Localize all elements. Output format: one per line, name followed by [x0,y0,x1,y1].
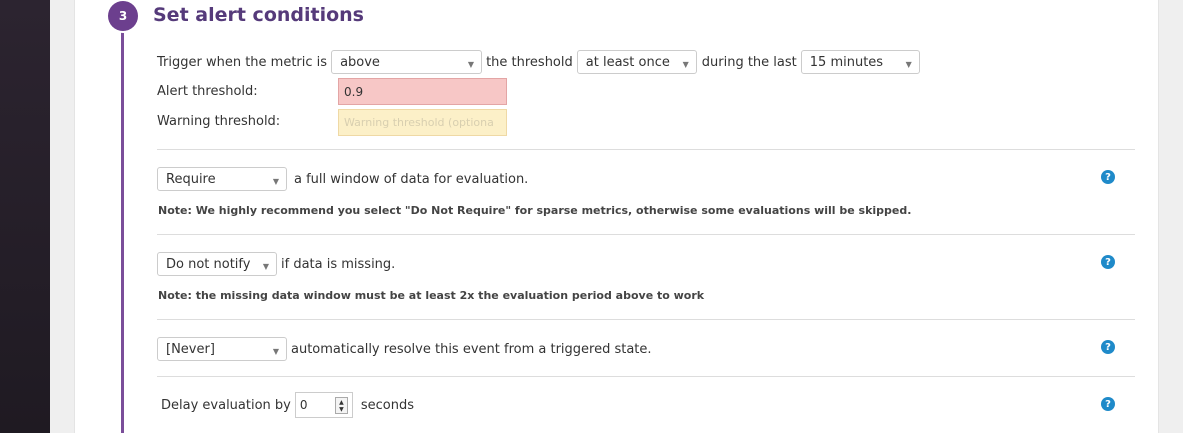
during-label: during the last [701,54,797,70]
section-divider [157,234,1135,235]
condition-select-value: above [340,54,380,70]
help-icon[interactable]: ? [1101,255,1115,269]
delay-label: Delay evaluation by [161,397,291,413]
warning-threshold-input[interactable]: Warning threshold (optiona [338,109,507,136]
trigger-prefix-label: Trigger when the metric is [157,54,328,70]
delay-row: Delay evaluation by 0 ▲ ▼ seconds [161,392,414,418]
warning-threshold-label: Warning threshold: [157,114,281,129]
auto-resolve-text: automatically resolve this event from a … [291,341,652,357]
time-window-select[interactable]: 15 minutes ▼ [800,50,920,74]
missing-data-note: Note: the missing data window must be at… [158,289,705,302]
missing-data-select-value: Do not notify [166,256,251,272]
warning-threshold-placeholder: Warning threshold (optiona [344,116,494,129]
time-window-select-value: 15 minutes [809,54,884,70]
warning-threshold-row: Warning threshold: [157,114,280,129]
full-window-select-value: Require [166,171,216,187]
left-gutter [50,0,74,433]
step-number-badge: 3 [108,1,138,31]
auto-resolve-select[interactable]: [Never] ▼ [157,337,287,361]
condition-select[interactable]: above ▼ [331,50,483,74]
delay-seconds-value: 0 [299,398,308,412]
chevron-down-icon: ▼ [467,60,475,69]
delay-unit-label: seconds [360,397,415,413]
missing-data-text: if data is missing. [281,256,396,272]
chevron-down-icon: ▼ [682,60,689,69]
full-window-text: a full window of data for evaluation. [294,171,529,187]
chevron-down-icon: ▼ [262,262,269,271]
trigger-row: Trigger when the metric is above ▼ the t… [157,50,920,74]
threshold-mid-label: the threshold [486,54,573,70]
alert-threshold-label: Alert threshold: [157,84,258,99]
step-connector-line [121,20,124,433]
full-window-select[interactable]: Require ▼ [157,167,287,191]
step-title: Set alert conditions [153,4,364,26]
section-divider [157,376,1135,377]
chevron-down-icon: ▼ [272,347,279,356]
frequency-select-value: at least once [585,54,670,70]
alert-threshold-row: Alert threshold: [157,84,258,99]
stepper-icon[interactable]: ▲ ▼ [334,397,348,414]
missing-data-row: Do not notify ▼ if data is missing. [157,252,395,276]
help-icon[interactable]: ? [1101,170,1115,184]
full-window-row: Require ▼ a full window of data for eval… [157,167,528,191]
auto-resolve-select-value: [Never] [166,341,215,357]
app-sidebar [0,0,50,433]
auto-resolve-row: [Never] ▼ automatically resolve this eve… [157,337,652,361]
help-icon[interactable]: ? [1101,397,1115,411]
chevron-down-icon: ▼ [905,60,912,69]
delay-seconds-input[interactable]: 0 ▲ ▼ [294,392,353,418]
alert-threshold-value: 0.9 [344,84,364,99]
alert-threshold-input[interactable]: 0.9 [338,78,507,105]
section-divider [157,149,1135,150]
missing-data-select[interactable]: Do not notify ▼ [157,252,277,276]
full-window-note: Note: We highly recommend you select "Do… [158,204,912,217]
section-divider [157,319,1135,320]
right-gutter [1159,0,1183,433]
chevron-down-icon: ▼ [272,177,279,186]
frequency-select[interactable]: at least once ▼ [576,50,697,74]
help-icon[interactable]: ? [1101,340,1115,354]
